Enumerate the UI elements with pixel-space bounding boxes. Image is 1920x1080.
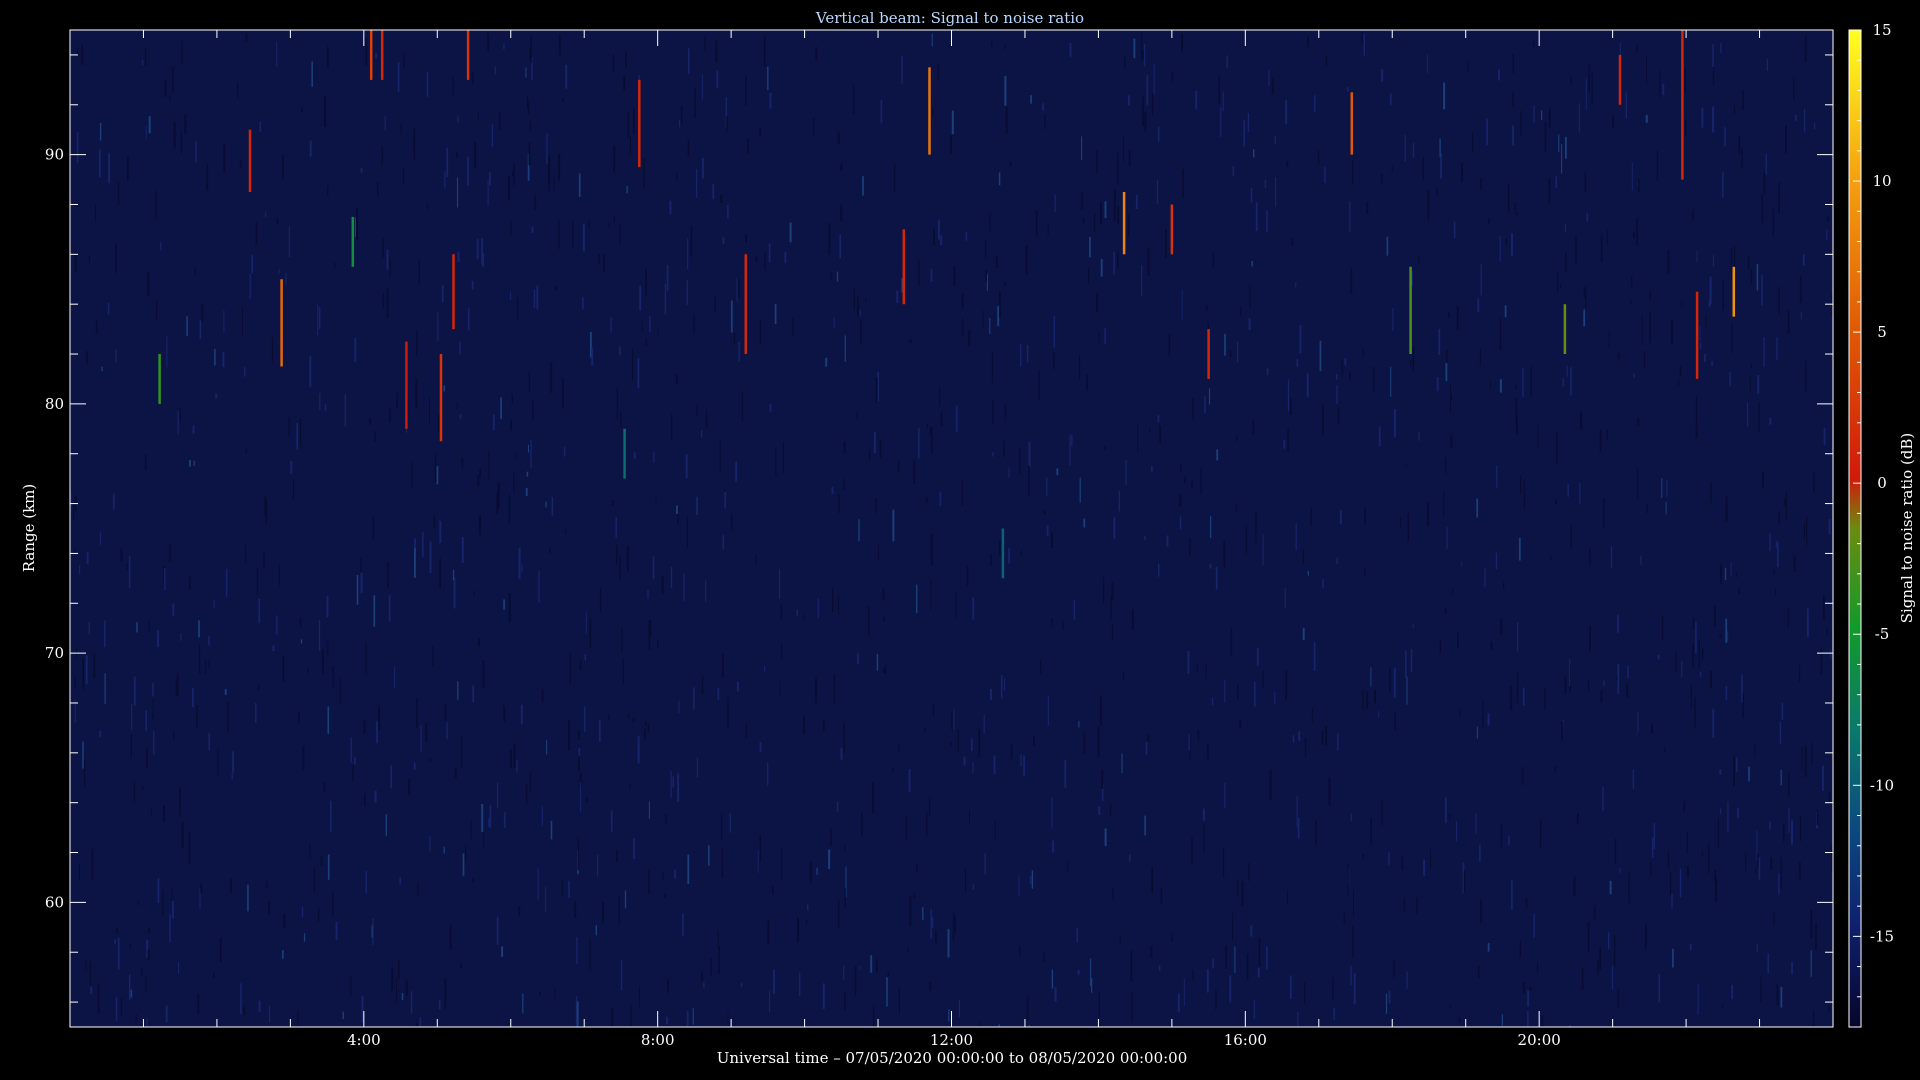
- x-tick-label: 4:00: [347, 1031, 381, 1049]
- colorbar-tick-label: 10: [1872, 172, 1891, 190]
- colorbar-label: Signal to noise ratio (dB): [1898, 433, 1916, 624]
- y-tick-label: 80: [45, 395, 64, 413]
- y-tick-label: 60: [45, 893, 64, 911]
- colorbar: [1848, 29, 1862, 1028]
- plot-background: [70, 30, 1833, 1027]
- x-tick-label: 20:00: [1518, 1031, 1561, 1049]
- y-axis-label: Range (km): [20, 484, 38, 573]
- colorbar-tick-label: -15: [1870, 927, 1894, 945]
- colorbar-tick-label: 5: [1877, 323, 1887, 341]
- plot-area: [69, 29, 1834, 1028]
- x-axis-label: Universal time – 07/05/2020 00:00:00 to …: [717, 1049, 1188, 1067]
- colorbar-tick-label: 15: [1872, 21, 1891, 39]
- chart-title: Vertical beam: Signal to noise ratio: [815, 9, 1084, 27]
- colorbar-gradient: [1848, 29, 1862, 1028]
- x-tick-label: 12:00: [930, 1031, 973, 1049]
- y-tick-label: 70: [45, 644, 64, 662]
- colorbar-tick-label: -5: [1875, 625, 1890, 643]
- colorbar-tick-label: 0: [1877, 474, 1887, 492]
- y-tick-label: 90: [45, 146, 64, 164]
- x-tick-label: 8:00: [641, 1031, 675, 1049]
- colorbar-tick-label: -10: [1870, 776, 1894, 794]
- x-tick-label: 16:00: [1224, 1031, 1267, 1049]
- snr-chart: Vertical beam: Signal to noise ratio 4:0…: [0, 0, 1920, 1080]
